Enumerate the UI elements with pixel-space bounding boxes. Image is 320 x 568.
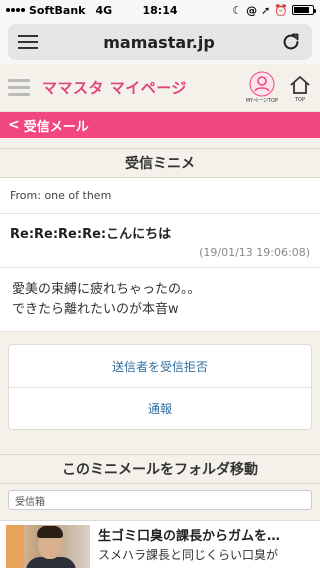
battery-fill: [294, 7, 310, 13]
reload-icon[interactable]: [280, 31, 302, 53]
url-bar[interactable]: mamastar.jp: [8, 24, 312, 60]
home-icon: [290, 75, 310, 94]
action-list: 送信者を受信拒否 通報: [8, 344, 312, 430]
ad-banner[interactable]: 生ゴミ口臭の課長からガムを… スメハラ課長と同じくらい口臭が: [0, 520, 320, 568]
folder-move-title: このミニメールをフォルダ移動: [0, 454, 320, 484]
ad-thumbnail[interactable]: [6, 525, 90, 568]
chevron-left-icon: <: [8, 117, 20, 133]
reader-menu-icon[interactable]: [18, 35, 38, 49]
folder-select[interactable]: 受信箱: [8, 490, 312, 510]
location-icon: ➚: [261, 3, 271, 17]
top-button[interactable]: TOP: [288, 73, 312, 103]
clock: 18:14: [142, 3, 178, 17]
site-header: ママスタ マイページ MYページTOP TOP: [0, 64, 320, 112]
browser-bar: mamastar.jp: [0, 20, 320, 64]
ad-description[interactable]: スメハラ課長と同じくらい口臭が: [98, 546, 314, 563]
ad-text[interactable]: 生ゴミ口臭の課長からガムを… スメハラ課長と同じくらい口臭が: [98, 525, 314, 563]
alarm-icon: ⏰: [274, 3, 288, 17]
message-body-line1: 愛美の束縛に疲れちゃったの。。: [12, 282, 201, 297]
message-header: Re:Re:Re:Re:こんにちは (19/01/13 19:06:08): [0, 214, 320, 268]
section-title: 受信ミニメ: [0, 148, 320, 178]
url-text[interactable]: mamastar.jp: [103, 33, 215, 52]
carrier-label: SoftBank: [29, 3, 86, 17]
status-bar: SoftBank 4G 18:14 ☾ @ ➚ ⏰: [0, 0, 320, 20]
battery-icon: [292, 5, 316, 15]
back-to-inbox-link[interactable]: < 受信メール: [0, 112, 320, 138]
message-body-line2: できたら離れたいのが本音w: [12, 301, 179, 317]
message-from: From: one of them: [0, 178, 320, 214]
block-sender-button[interactable]: 送信者を受信拒否: [9, 345, 311, 387]
top-label: TOP: [294, 96, 305, 103]
signal-icon: [6, 8, 25, 12]
at-icon: @: [246, 3, 258, 17]
menu-icon[interactable]: [8, 79, 30, 96]
user-icon: [249, 71, 275, 97]
moon-icon: ☾: [232, 3, 243, 17]
mypage-top-label: MYページTOP: [245, 98, 278, 104]
message-card: From: one of them Re:Re:Re:Re:こんにちは (19/…: [0, 178, 320, 332]
network-label: 4G: [95, 3, 113, 17]
back-label: 受信メール: [23, 119, 89, 135]
message-body: 愛美の束縛に疲れちゃったの。。 できたら離れたいのが本音w: [0, 268, 320, 332]
status-right: ☾ @ ➚ ⏰: [232, 3, 316, 17]
status-left: SoftBank 4G: [6, 4, 112, 17]
message-subject: Re:Re:Re:Re:こんにちは: [10, 227, 172, 242]
page-title: ママスタ マイページ: [42, 79, 187, 97]
ad-title[interactable]: 生ゴミ口臭の課長からガムを…: [98, 525, 314, 544]
message-date: (19/01/13 19:06:08): [199, 246, 310, 259]
mypage-top-button[interactable]: MYページTOP: [246, 71, 278, 104]
report-button[interactable]: 通報: [9, 387, 311, 429]
